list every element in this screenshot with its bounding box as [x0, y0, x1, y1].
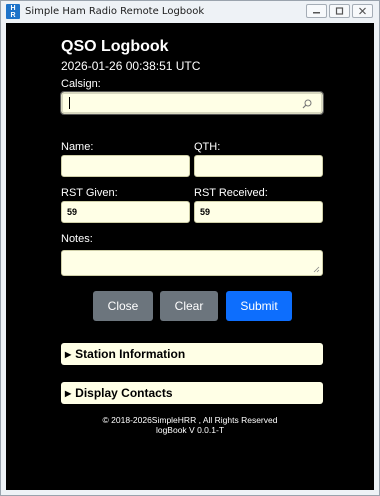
rst-received-input[interactable]: 59	[194, 201, 323, 223]
close-icon	[359, 7, 366, 15]
version-text: logBook V 0.0.1-T	[155, 425, 225, 435]
app-content: QSO Logbook 2026-01-26 00:38:51 UTC Cals…	[6, 23, 374, 490]
app-logo-icon: HR	[6, 4, 20, 19]
window-controls	[306, 4, 373, 18]
close-window-button[interactable]	[352, 4, 373, 18]
name-label: Name:	[61, 141, 94, 153]
resize-handle-icon[interactable]	[313, 266, 320, 273]
minimize-icon	[313, 12, 320, 14]
expand-triangle-icon: ▶	[65, 349, 72, 359]
minimize-button[interactable]	[306, 4, 327, 18]
callsign-label: Calsign:	[61, 78, 101, 90]
text-cursor	[69, 97, 70, 109]
name-input[interactable]	[61, 155, 190, 177]
rst-given-label: RST Given:	[61, 187, 118, 199]
rst-received-label: RST Received:	[194, 187, 268, 199]
utc-clock: 2026-01-26 00:38:51 UTC	[61, 59, 201, 73]
qth-label: QTH:	[194, 141, 221, 153]
notes-label: Notes:	[61, 233, 93, 245]
qth-input[interactable]	[194, 155, 323, 177]
display-contacts-toggle[interactable]: ▶ Display Contacts	[61, 382, 323, 404]
expand-triangle-icon: ▶	[65, 388, 72, 398]
footer: © 2018-2026SimpleHRR , All Rights Reserv…	[6, 415, 374, 435]
notes-textarea[interactable]	[61, 250, 323, 276]
copyright-text: © 2018-2026SimpleHRR , All Rights Reserv…	[102, 415, 278, 425]
app-window: HR Simple Ham Radio Remote Logbook QSO L…	[0, 0, 380, 496]
clear-button[interactable]: Clear	[160, 291, 218, 321]
maximize-button[interactable]	[329, 4, 350, 18]
maximize-icon	[335, 7, 344, 15]
rst-given-input[interactable]: 59	[61, 201, 190, 223]
submit-button[interactable]: Submit	[226, 291, 292, 321]
close-button[interactable]: Close	[93, 291, 153, 321]
window-title: Simple Ham Radio Remote Logbook	[25, 6, 205, 17]
search-icon[interactable]	[302, 99, 312, 109]
title-bar[interactable]: HR Simple Ham Radio Remote Logbook	[1, 1, 379, 23]
callsign-input[interactable]	[60, 91, 324, 115]
page-title: QSO Logbook	[61, 38, 169, 55]
station-information-toggle[interactable]: ▶ Station Information	[61, 343, 323, 365]
